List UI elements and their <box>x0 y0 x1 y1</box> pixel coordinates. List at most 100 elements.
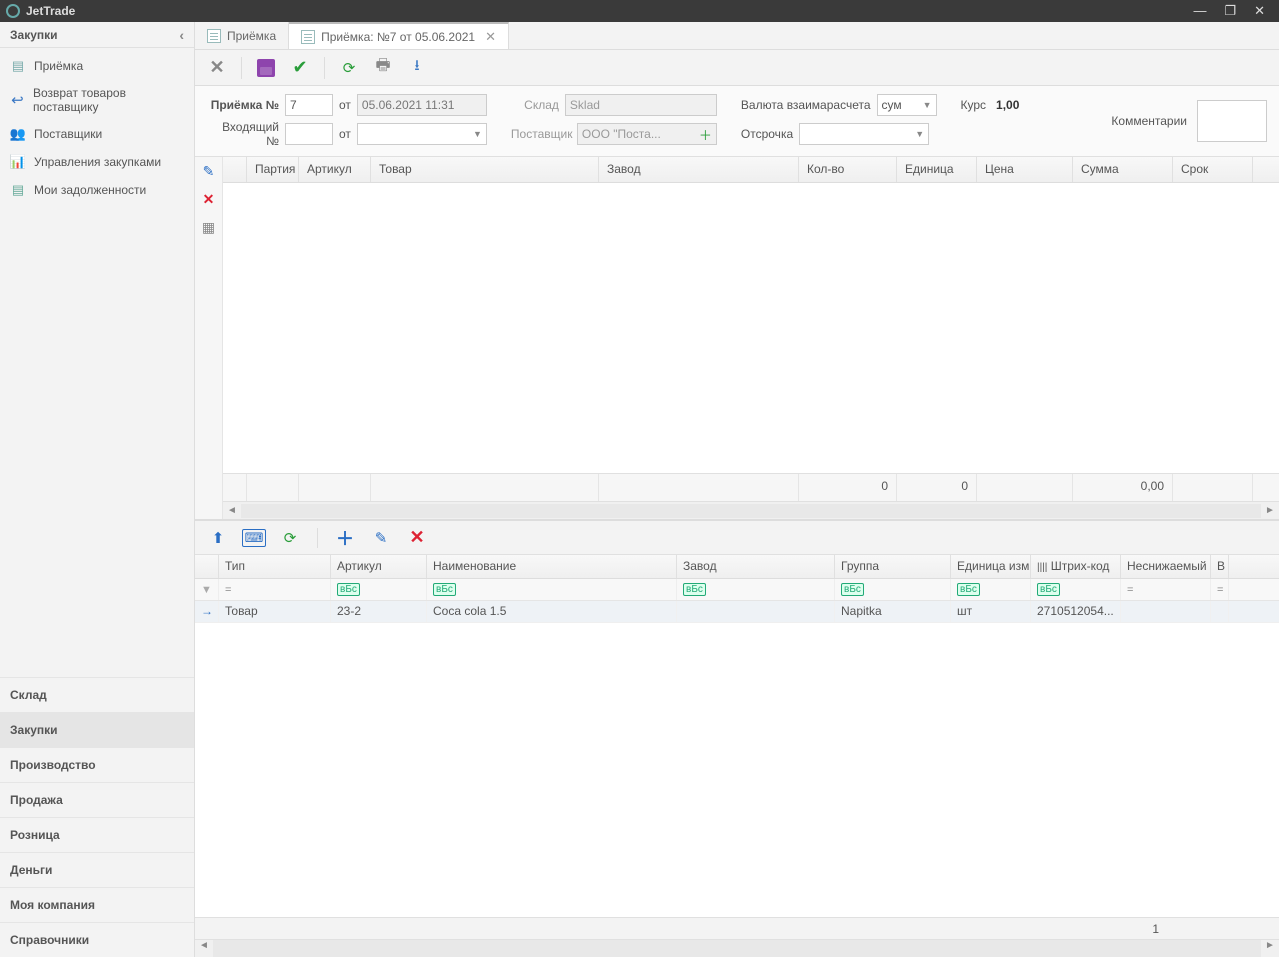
sidebar-item-purchase-mgmt[interactable]: 📊 Управления закупками <box>0 148 194 176</box>
section-sale[interactable]: Продажа <box>0 782 194 817</box>
catalog-col-indicator[interactable] <box>195 555 219 578</box>
app-title: JetTrade <box>26 4 75 18</box>
comment-input[interactable] <box>1197 100 1267 142</box>
refresh-catalog-button[interactable]: ⟳ <box>277 525 303 551</box>
grid-col-price[interactable]: Цена <box>977 157 1073 182</box>
catalog-col-last[interactable]: В <box>1211 555 1229 578</box>
grid-col-tovar[interactable]: Товар <box>371 157 599 182</box>
filter-zavod[interactable]: вБс <box>677 579 835 600</box>
filter-type[interactable]: = <box>219 579 331 600</box>
filter-barcode[interactable]: вБс <box>1031 579 1121 600</box>
filter-art[interactable]: вБс <box>331 579 427 600</box>
catalog-col-barcode[interactable]: |||| Штрих-код <box>1031 555 1121 578</box>
valuta-select[interactable]: сум▼ <box>877 94 937 116</box>
section-money[interactable]: Деньги <box>0 852 194 887</box>
catalog-col-zavod[interactable]: Завод <box>677 555 835 578</box>
filter-name[interactable]: вБс <box>427 579 677 600</box>
grid-col-party[interactable]: Партия <box>247 157 299 182</box>
otsrochka-select[interactable]: ▼ <box>799 123 929 145</box>
minimize-button[interactable]: — <box>1193 3 1206 19</box>
barcode-line-button[interactable]: ▦ <box>199 217 219 237</box>
section-company[interactable]: Моя компания <box>0 887 194 922</box>
save-button[interactable] <box>252 54 280 82</box>
catalog-row[interactable]: → Товар 23-2 Coca cola 1.5 Napitka шт 27… <box>195 601 1279 623</box>
sidebar-item-suppliers[interactable]: 👥 Поставщики <box>0 120 194 148</box>
grid-col-srok[interactable]: Срок <box>1173 157 1253 182</box>
postavshik-select[interactable]: ООО "Поста...＋ <box>577 123 717 145</box>
section-retail[interactable]: Розница <box>0 817 194 852</box>
summary-unit: 0 <box>897 474 977 501</box>
grid-col-art[interactable]: Артикул <box>299 157 371 182</box>
scroll-left-icon[interactable]: ◄ <box>223 505 241 516</box>
section-zakupki[interactable]: Закупки <box>0 712 194 747</box>
summary-sum: 0,00 <box>1073 474 1173 501</box>
tab-priemka-list[interactable]: Приёмка <box>195 22 289 49</box>
move-up-button[interactable]: ⬆ <box>205 525 231 551</box>
sidebar-item-label: Возврат товаров поставщику <box>33 86 184 114</box>
catalog-col-nes[interactable]: Неснижаемый ... <box>1121 555 1211 578</box>
lines-grid-summary: 0 0 0,00 <box>223 473 1279 501</box>
scroll-right-icon[interactable]: ► <box>1261 505 1279 516</box>
grid-col-qty[interactable]: Кол-во <box>799 157 897 182</box>
maximize-button[interactable]: ❐ <box>1224 3 1236 19</box>
filter-group[interactable]: вБс <box>835 579 951 600</box>
row-type: Товар <box>219 601 331 622</box>
edit-line-button[interactable]: ✎ <box>199 161 219 181</box>
incoming-date-select[interactable]: ▼ <box>357 123 487 145</box>
priemka-no-input[interactable] <box>285 94 333 116</box>
keyboard-button[interactable]: ⌨ <box>241 525 267 551</box>
incoming-no-input[interactable] <box>285 123 333 145</box>
catalog-footer: 1 <box>195 917 1279 939</box>
sidebar-item-priemka[interactable]: ▤ Приёмка <box>0 52 194 80</box>
document-icon <box>301 30 315 44</box>
tabs: Приёмка Приёмка: №7 от 05.06.2021 ✕ <box>195 22 1279 50</box>
filter-nes[interactable]: = <box>1121 579 1211 600</box>
filter-last[interactable]: = <box>1211 579 1229 600</box>
sidebar-collapse-icon[interactable]: ‹ <box>179 27 184 43</box>
grid-col-zavod[interactable]: Завод <box>599 157 799 182</box>
catalog-col-art[interactable]: Артикул <box>331 555 427 578</box>
row-zavod <box>677 601 835 622</box>
row-unit: шт <box>951 601 1031 622</box>
date-input[interactable]: 05.06.2021 11:31 <box>357 94 487 116</box>
section-sklad[interactable]: Склад <box>0 677 194 712</box>
lines-grid-body[interactable] <box>223 183 1279 473</box>
section-reference[interactable]: Справочники <box>0 922 194 957</box>
plus-icon[interactable]: ＋ <box>699 125 712 144</box>
add-item-button[interactable]: ＋ <box>332 525 358 551</box>
row-indicator-icon: → <box>195 601 219 622</box>
scroll-track[interactable] <box>213 940 1261 957</box>
sidebar-item-return[interactable]: ↩ Возврат товаров поставщику <box>0 80 194 120</box>
scroll-left-icon[interactable]: ◄ <box>195 940 213 957</box>
grid-col-sum[interactable]: Сумма <box>1073 157 1173 182</box>
grid-col-unit[interactable]: Единица <box>897 157 977 182</box>
catalog-col-unit[interactable]: Единица изм. <box>951 555 1031 578</box>
scroll-track[interactable] <box>241 504 1261 518</box>
catalog-hscroll[interactable]: ◄ ► <box>195 939 1279 957</box>
sidebar-item-debts[interactable]: ▤ Мои задолженности <box>0 176 194 204</box>
delete-line-button[interactable]: ✕ <box>199 189 219 209</box>
refresh-button[interactable]: ⟳ <box>335 54 363 82</box>
tab-close-icon[interactable]: ✕ <box>485 29 496 45</box>
filter-icon[interactable]: ▼ <box>195 579 219 600</box>
delete-item-button[interactable]: ✕ <box>404 525 430 551</box>
sidebar-item-label: Мои задолженности <box>34 183 146 197</box>
filter-unit[interactable]: вБс <box>951 579 1031 600</box>
download-button[interactable]: ⭳ <box>403 54 431 82</box>
grid-col-indicator[interactable] <box>223 157 247 182</box>
document-form: Приёмка № от 05.06.2021 11:31 Склад Skla… <box>195 86 1279 157</box>
scroll-right-icon[interactable]: ► <box>1261 940 1279 957</box>
catalog-col-type[interactable]: Тип <box>219 555 331 578</box>
print-button[interactable]: 🖶 <box>369 54 397 82</box>
catalog-col-group[interactable]: Группа <box>835 555 951 578</box>
edit-item-button[interactable]: ✎ <box>368 525 394 551</box>
approve-button[interactable]: ✔ <box>286 54 314 82</box>
tab-priemka-7[interactable]: Приёмка: №7 от 05.06.2021 ✕ <box>289 22 509 49</box>
close-window-button[interactable]: ✕ <box>1254 3 1265 19</box>
sklad-select[interactable]: Sklad <box>565 94 717 116</box>
close-button[interactable]: ✕ <box>203 54 231 82</box>
catalog-col-name[interactable]: Наименование <box>427 555 677 578</box>
users-icon: 👥 <box>10 126 26 142</box>
lines-hscroll[interactable]: ◄ ► <box>223 501 1279 519</box>
section-production[interactable]: Производство <box>0 747 194 782</box>
